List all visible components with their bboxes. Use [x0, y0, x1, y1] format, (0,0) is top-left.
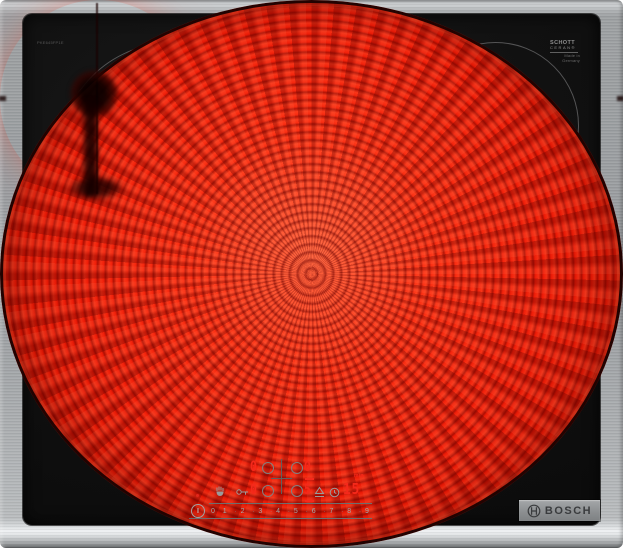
heat-up-boost-icon [314, 486, 325, 498]
display-front-right: 5 [304, 482, 311, 498]
slider-number-3[interactable]: 3 [252, 508, 262, 515]
slider-number-5[interactable]: 5 [288, 508, 298, 515]
pause-hand-icon[interactable] [214, 485, 226, 497]
schott-ceran-logo: SCHOTT CERAN® Made in Germany [550, 40, 580, 63]
power-button[interactable]: I [191, 504, 205, 518]
element-notch-left [0, 96, 6, 101]
zone-map-divider-horizontal [271, 478, 292, 479]
zone-select-front-right[interactable] [291, 485, 303, 497]
selected-zone-bar-top [305, 478, 314, 480]
zone-map-divider-vertical [281, 459, 282, 494]
selected-zone-bar-bottom [305, 500, 314, 502]
zone-select-front-left[interactable] [262, 485, 274, 497]
ceran-wordmark: CERAN® [550, 46, 580, 50]
logo-subtext: Made in Germany [550, 54, 580, 63]
power-button-label: I [197, 508, 199, 515]
slider-track-line-top [209, 503, 372, 504]
slider-number-7[interactable]: 7 [323, 508, 333, 515]
cooktop: PKE645FP1E SCHOTT CERAN® Made in Germany… [0, 0, 623, 548]
display-back-left: 0 [250, 459, 257, 475]
thermal-limiter-shadow [68, 176, 124, 197]
model-text: PKE645FP1E [37, 40, 64, 45]
slider-number-1[interactable]: 1 [223, 508, 227, 515]
power-level-slider[interactable]: 0 1 2 3 4 5 6 7 8 9 [211, 505, 369, 517]
display-front-left: 0 [250, 482, 257, 498]
slider-track-line-bottom [189, 518, 372, 519]
slider-number-9[interactable]: 9 [359, 508, 369, 515]
slider-number-8[interactable]: 8 [341, 508, 351, 515]
zone-select-back-left[interactable] [262, 462, 274, 474]
bosch-wordmark: BOSCH [545, 505, 592, 517]
logo-divider [550, 52, 578, 53]
timer-unit-label: min [354, 473, 364, 479]
power-indicator-dot [196, 494, 199, 497]
display-back-right: 0 [304, 459, 311, 475]
bosch-armature-icon [527, 504, 541, 518]
child-lock-key-icon[interactable] [236, 488, 249, 496]
slider-number-6[interactable]: 6 [306, 508, 316, 515]
slider-number-0[interactable]: 0 [211, 508, 215, 515]
timer-clock-icon[interactable] [329, 487, 340, 498]
zone-select-back-right[interactable] [291, 462, 303, 474]
bosch-logo-badge: BOSCH [519, 500, 600, 521]
slider-number-2[interactable]: 2 [235, 508, 245, 515]
slider-number-4[interactable]: 4 [270, 508, 280, 515]
timer-display: 15 [343, 480, 360, 498]
